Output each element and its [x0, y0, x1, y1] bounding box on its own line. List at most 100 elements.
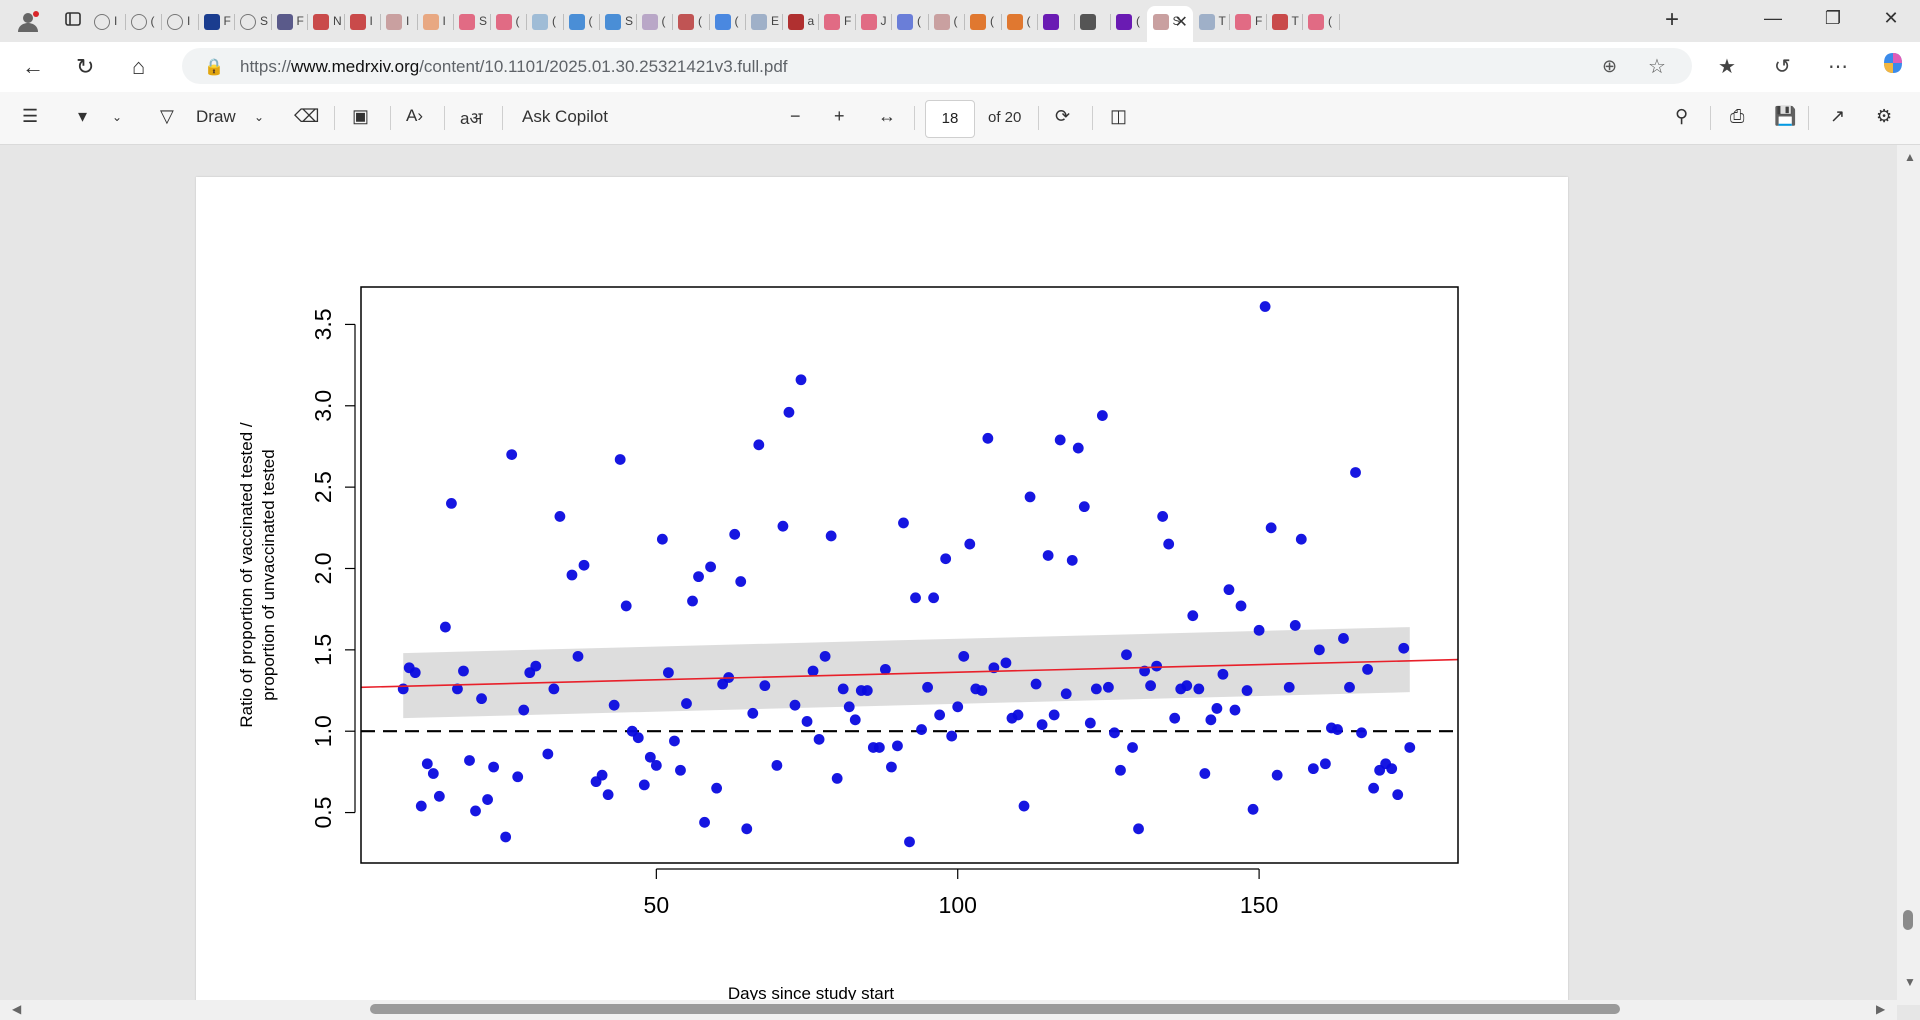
lock-icon[interactable]: 🔒: [204, 57, 224, 77]
url-field[interactable]: 🔒 https://www.medrxiv.org/content/10.110…: [182, 48, 1692, 84]
close-tab-icon[interactable]: ✕: [1175, 12, 1188, 32]
copilot-icon[interactable]: [1880, 50, 1906, 82]
browser-tab[interactable]: (: [964, 6, 1002, 36]
refresh-button[interactable]: ↻: [76, 54, 94, 80]
settings-icon[interactable]: ⚙: [1876, 106, 1892, 127]
save-icon[interactable]: 💾: [1774, 106, 1796, 127]
contents-icon[interactable]: ☰: [22, 106, 38, 127]
browser-tab[interactable]: (: [1302, 6, 1340, 36]
browser-tab[interactable]: [1037, 6, 1075, 36]
horizontal-scroll-thumb[interactable]: [370, 1004, 1620, 1014]
tab-title: (: [1328, 14, 1332, 28]
browser-tab[interactable]: I: [417, 6, 454, 36]
browser-tab[interactable]: (: [891, 6, 929, 36]
browser-tab[interactable]: E: [745, 6, 783, 36]
browser-tab[interactable]: N: [307, 6, 345, 36]
browser-tab[interactable]: S: [599, 6, 637, 36]
ask-copilot-button[interactable]: Ask Copilot: [522, 107, 608, 127]
highlight-dropdown-icon[interactable]: ⌄: [112, 110, 122, 124]
scroll-down-arrow[interactable]: ▼: [1904, 975, 1916, 989]
minimize-button[interactable]: —: [1750, 8, 1796, 29]
browser-tab[interactable]: (: [928, 6, 965, 36]
page-view-icon[interactable]: ◫: [1110, 106, 1127, 127]
browser-tab[interactable]: (: [1110, 6, 1148, 36]
scroll-right-arrow[interactable]: ▶: [1876, 1002, 1885, 1016]
data-point: [1386, 763, 1398, 775]
browser-tab[interactable]: (: [125, 6, 162, 36]
data-point: [1133, 823, 1144, 835]
browser-tab[interactable]: J: [855, 6, 892, 36]
tab-title: S: [260, 14, 269, 28]
c-icon: [568, 14, 585, 30]
browser-tab[interactable]: (: [709, 6, 746, 36]
zoom-icon[interactable]: ⊕: [1602, 56, 1617, 77]
highlight-icon[interactable]: ▾: [78, 106, 87, 127]
data-point: [578, 559, 590, 571]
zoom-out-button[interactable]: −: [790, 106, 801, 127]
data-point: [614, 454, 626, 465]
vertical-scrollbar[interactable]: [1897, 145, 1920, 1005]
page-number-input[interactable]: 18: [925, 100, 975, 138]
browser-tab[interactable]: I: [380, 6, 418, 36]
data-point: [873, 742, 885, 753]
browser-tab[interactable]: I: [344, 6, 381, 36]
close-window-button[interactable]: ✕: [1868, 8, 1914, 29]
browser-tab[interactable]: (: [636, 6, 673, 36]
data-point: [1398, 642, 1410, 654]
search-icon[interactable]: ⚲: [1675, 106, 1688, 127]
read-aloud-icon[interactable]: A›: [406, 106, 423, 126]
restore-button[interactable]: ❐: [1810, 8, 1856, 29]
scroll-left-arrow[interactable]: ◀: [12, 1002, 21, 1016]
browser-tab[interactable]: F: [198, 6, 235, 36]
browser-tab[interactable]: S: [234, 6, 272, 36]
browser-tab[interactable]: T: [1193, 6, 1230, 36]
browser-tab[interactable]: F: [271, 6, 308, 36]
translate-icon[interactable]: aअ: [460, 106, 482, 129]
zoom-in-button[interactable]: +: [834, 106, 845, 127]
scroll-up-arrow[interactable]: ▲: [1904, 150, 1916, 164]
browser-tab[interactable]: a: [782, 6, 819, 36]
browser-tab[interactable]: (: [563, 6, 600, 36]
browser-tab[interactable]: S: [453, 6, 491, 36]
browser-tab[interactable]: F: [818, 6, 856, 36]
history-icon[interactable]: ↺: [1774, 54, 1791, 79]
draw-label[interactable]: Draw: [196, 107, 236, 127]
rotate-icon[interactable]: ⟳: [1055, 106, 1070, 127]
profile-icon[interactable]: [16, 10, 40, 37]
browser-tab[interactable]: (: [672, 6, 710, 36]
favorite-star-icon[interactable]: ☆: [1648, 54, 1666, 79]
browser-tab[interactable]: T: [1266, 6, 1303, 36]
data-point: [1187, 610, 1199, 622]
browser-tab[interactable]: F: [1229, 6, 1267, 36]
draw-icon[interactable]: ▽: [160, 106, 174, 127]
tab-actions-icon[interactable]: [64, 10, 82, 33]
url-path: /content/10.1101/2025.01.30.25321421v3.f…: [419, 57, 788, 76]
browser-tab[interactable]: I: [88, 6, 126, 36]
erase-icon[interactable]: ⌫: [294, 106, 319, 127]
browser-tab[interactable]: I: [161, 6, 199, 36]
text-box-icon[interactable]: ▣: [352, 106, 369, 127]
browser-tab[interactable]: (: [490, 6, 527, 36]
globe-icon: [94, 14, 110, 30]
r-icon: [349, 14, 366, 30]
data-point: [753, 439, 765, 451]
draw-dropdown-icon[interactable]: ⌄: [254, 110, 264, 124]
browser-tab[interactable]: (: [1001, 6, 1038, 36]
back-button[interactable]: ←: [22, 54, 44, 80]
tab-title: (: [588, 14, 593, 28]
browser-tab[interactable]: (: [526, 6, 564, 36]
gp-icon: [1198, 14, 1215, 30]
favorites-icon[interactable]: ★: [1718, 54, 1736, 79]
fullscreen-icon[interactable]: ↗: [1830, 106, 1845, 127]
vertical-scroll-thumb[interactable]: [1903, 910, 1913, 930]
fit-width-icon[interactable]: ↔: [878, 106, 896, 127]
browser-tab[interactable]: [1074, 6, 1111, 36]
print-icon[interactable]: ⎙: [1730, 106, 1744, 127]
data-point: [741, 823, 753, 835]
tab-title: J: [880, 14, 887, 28]
more-options-icon[interactable]: ⋯: [1828, 54, 1848, 79]
browser-tab[interactable]: S ✕: [1146, 6, 1193, 42]
home-button[interactable]: ⌂: [132, 54, 145, 80]
data-point: [415, 800, 427, 812]
new-tab-button[interactable]: +: [1665, 6, 1679, 34]
